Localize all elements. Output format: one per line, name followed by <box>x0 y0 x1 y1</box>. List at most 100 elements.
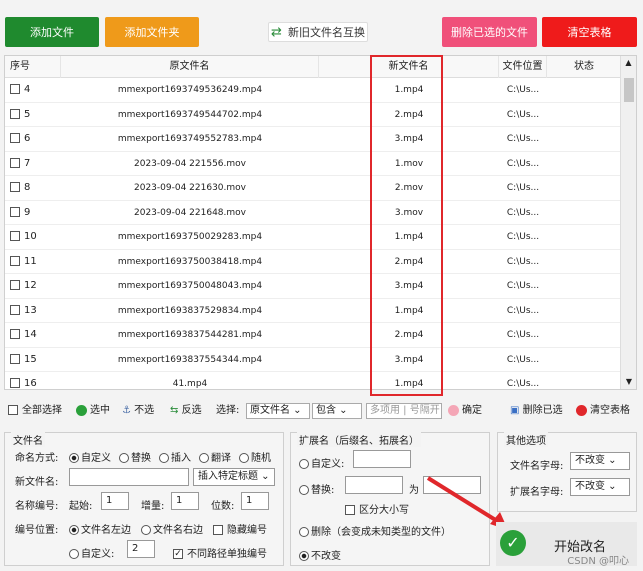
fname-case-select[interactable]: 不改变 ⌄ <box>570 452 630 470</box>
choose-select[interactable]: 原文件名 ⌄ <box>246 403 310 419</box>
ext-custom-input[interactable] <box>353 450 411 468</box>
row-checkbox[interactable] <box>10 206 20 217</box>
row-location: C:\Us... <box>506 109 540 120</box>
row-index[interactable]: 14 <box>10 323 60 347</box>
radio-random[interactable]: 随机 <box>239 449 271 464</box>
row-checkbox[interactable] <box>10 280 20 290</box>
digits-input[interactable]: 1 <box>241 492 269 510</box>
col-status[interactable]: 状态 <box>547 56 622 78</box>
row-checkbox[interactable] <box>10 157 20 168</box>
scroll-up-icon[interactable]: ▲ <box>621 56 636 70</box>
anchor-icon: ⚓ <box>122 405 131 416</box>
row-original-name: mmexport1693749536249.mp4 <box>117 85 263 95</box>
table-row[interactable]: 12 mmexport1693750048043.mp4 3.mp4 C:\Us... <box>5 274 622 299</box>
selection-toolbar: 全部选择 选中 ⚓ 不选 ⇆ 反选 选择: 原文件名 ⌄ 包含 ⌄ 多项用 | … <box>4 399 637 421</box>
radio-ext-nochange[interactable]: 不改变 <box>299 547 341 562</box>
row-location: C:\Us... <box>506 158 540 169</box>
table-row[interactable]: 11 mmexport1693750038418.mp4 2.mp4 C:\Us... <box>5 250 622 274</box>
start-input[interactable]: 1 <box>101 492 129 510</box>
row-index[interactable]: 8 <box>10 176 60 200</box>
row-location: C:\Us... <box>506 207 540 218</box>
row-checkbox[interactable] <box>10 304 20 315</box>
select-all-checkbox[interactable]: 全部选择 <box>8 403 62 419</box>
row-index[interactable]: 7 <box>10 152 60 176</box>
radio-ext-replace[interactable]: 替换: <box>299 481 334 496</box>
radio-replace[interactable]: 替换 <box>119 449 151 464</box>
row-status <box>547 78 622 102</box>
row-original-name: mmexport1693750048043.mp4 <box>117 281 263 291</box>
radio-ext-custom[interactable]: 自定义: <box>299 455 344 470</box>
toolbar-clear-button[interactable]: 清空表格 <box>576 403 630 419</box>
row-checkbox[interactable] <box>10 108 20 119</box>
hide-number-checkbox[interactable]: 隐藏编号 <box>213 521 267 536</box>
new-name-input[interactable] <box>69 468 189 486</box>
col-location[interactable]: 文件位置 <box>499 56 547 78</box>
radio-pos-custom[interactable]: 自定义: <box>69 545 114 560</box>
choose-label: 选择: <box>216 405 240 416</box>
row-index[interactable]: 6 <box>10 127 60 151</box>
table-row[interactable]: 4 mmexport1693749536249.mp4 1.mp4 C:\Us... <box>5 78 622 103</box>
ext-case-select[interactable]: 不改变 ⌄ <box>570 478 630 496</box>
separate-paths-checkbox[interactable]: ✓ 不同路径单独编号 <box>173 545 267 560</box>
delete-icon: ▣ <box>510 405 520 416</box>
row-index[interactable]: 12 <box>10 274 60 298</box>
col-original[interactable]: 原文件名 <box>61 56 319 78</box>
table-row[interactable]: 10 mmexport1693750029283.mp4 1.mp4 C:\Us... <box>5 225 622 250</box>
row-checkbox[interactable] <box>10 231 20 241</box>
row-index[interactable]: 5 <box>10 103 60 127</box>
select-button[interactable]: 选中 <box>76 403 110 419</box>
table-row[interactable]: 16 41.mp4 1.mp4 C:\Us... <box>5 372 622 389</box>
ext-replace-from[interactable] <box>345 476 403 494</box>
step-input[interactable]: 1 <box>171 492 199 510</box>
radio-pos-right[interactable]: 文件名右边 <box>141 521 203 536</box>
swap-names-button[interactable]: ⇄ 新旧文件名互换 <box>268 22 368 42</box>
row-index[interactable]: 9 <box>10 201 60 225</box>
toolbar-delete-button[interactable]: ▣ 删除已选 <box>510 403 563 419</box>
table-row[interactable]: 7 2023-09-04 221556.mov 1.mov C:\Us... <box>5 152 622 176</box>
case-checkbox[interactable]: 区分大小写 <box>345 501 409 516</box>
radio-pos-left[interactable]: 文件名左边 <box>69 521 131 536</box>
row-original-name: 2023-09-04 221556.mov <box>134 158 246 169</box>
row-index[interactable]: 13 <box>10 299 60 323</box>
row-index[interactable]: 4 <box>10 78 60 102</box>
row-checkbox[interactable] <box>10 182 20 192</box>
table-row[interactable]: 6 mmexport1693749552783.mp4 3.mp4 C:\Us... <box>5 127 622 152</box>
insert-title-select[interactable]: 插入特定标题 ⌄ <box>193 468 275 486</box>
radio-insert[interactable]: 插入 <box>159 449 191 464</box>
add-file-button[interactable]: 添加文件 <box>5 17 99 47</box>
radio-custom[interactable]: 自定义 <box>69 449 111 464</box>
scroll-down-icon[interactable]: ▼ <box>621 375 636 389</box>
table-row[interactable]: 14 mmexport1693837544281.mp4 2.mp4 C:\Us... <box>5 323 622 348</box>
clear-table-button[interactable]: 清空表格 <box>542 17 637 47</box>
table-row[interactable]: 8 2023-09-04 221630.mov 2.mov C:\Us... <box>5 176 622 201</box>
row-checkbox[interactable] <box>10 353 20 364</box>
row-checkbox[interactable] <box>10 133 20 143</box>
row-index[interactable]: 11 <box>10 250 60 274</box>
table-row[interactable]: 13 mmexport1693837529834.mp4 1.mp4 C:\Us... <box>5 299 622 323</box>
confirm-button[interactable]: 确定 <box>448 403 482 419</box>
match-select[interactable]: 包含 ⌄ <box>312 403 362 419</box>
col-index[interactable]: 序号 <box>5 56 61 78</box>
row-checkbox[interactable] <box>10 378 20 388</box>
scroll-thumb[interactable] <box>624 78 634 102</box>
table-row[interactable]: 15 mmexport1693837554344.mp4 3.mp4 C:\Us... <box>5 348 622 372</box>
table-row[interactable]: 5 mmexport1693749544702.mp4 2.mp4 C:\Us... <box>5 103 622 127</box>
add-folder-button[interactable]: 添加文件夹 <box>105 17 199 47</box>
deselect-button[interactable]: ⚓ 不选 <box>122 403 154 419</box>
delete-selected-button[interactable]: 删除已选的文件 <box>442 17 537 47</box>
radio-translate[interactable]: 翻译 <box>199 449 231 464</box>
row-index[interactable]: 16 <box>10 372 60 389</box>
table-row[interactable]: 9 2023-09-04 221648.mov 3.mov C:\Us... <box>5 201 622 225</box>
pos-custom-input[interactable]: 2 <box>127 540 155 558</box>
table-scrollbar[interactable]: ▲ ▼ <box>620 56 636 389</box>
row-checkbox[interactable] <box>10 84 20 94</box>
check-circle-icon: ✓ <box>500 530 526 556</box>
invert-button[interactable]: ⇆ 反选 <box>170 403 202 419</box>
check-icon <box>76 404 87 416</box>
row-checkbox[interactable] <box>10 329 20 339</box>
row-index[interactable]: 15 <box>10 348 60 372</box>
filename-panel: 文件名 命名方式: 自定义 替换 插入 翻译 随机 新文件名: 插入特定标题 ⌄… <box>4 432 284 566</box>
row-index[interactable]: 10 <box>10 225 60 249</box>
row-checkbox[interactable] <box>10 255 20 266</box>
filter-input[interactable]: 多项用 | 号隔开 <box>366 403 442 419</box>
